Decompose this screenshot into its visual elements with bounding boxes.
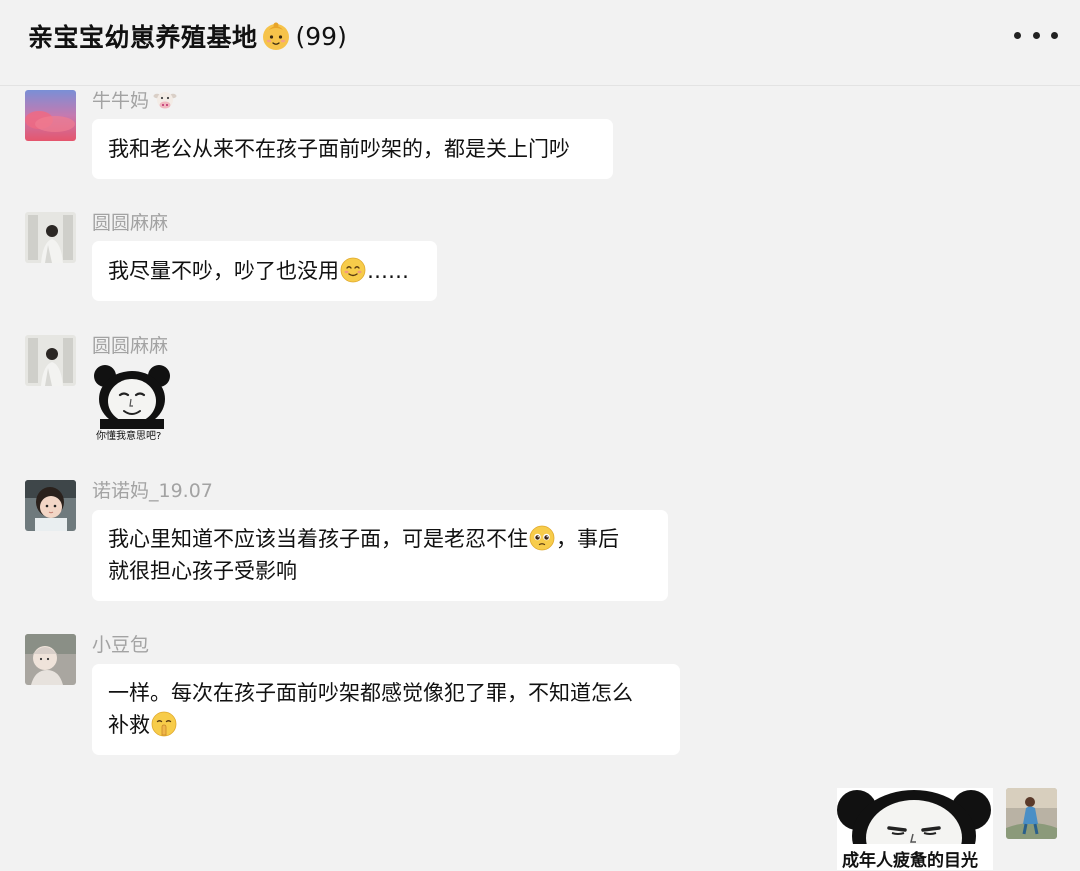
more-dot — [1032, 31, 1040, 39]
avatar[interactable] — [25, 90, 76, 141]
more-options-button[interactable] — [1014, 22, 1058, 48]
chat-header: 亲宝宝幼崽养殖基地 (99) — [0, 0, 1080, 86]
sender-name: 小豆包 — [92, 630, 149, 657]
sender-name: 诺诺妈_19.07 — [92, 476, 213, 503]
message-line: 补救 — [108, 709, 663, 741]
more-dot — [1051, 31, 1058, 39]
message-bubble[interactable]: 一样。每次在孩子面前吵架都感觉像犯了罪，不知道怎么 补救 — [92, 664, 680, 755]
cow-face-icon — [153, 91, 177, 108]
sticker-caption: 成年人疲惫的目光 — [842, 851, 978, 871]
group-title: 亲宝宝幼崽养殖基地 — [28, 23, 258, 52]
more-dot — [1014, 31, 1021, 39]
sender-name-text: 圆圆麻麻 — [92, 335, 169, 357]
sticker-caption: 你懂我意思吧? — [96, 431, 162, 442]
message-bubble[interactable]: 我和老公从来不在孩子面前吵架的，都是关上门吵 — [92, 119, 613, 179]
sender-name-text: 小豆包 — [92, 634, 150, 656]
sender-name: 圆圆麻麻 — [92, 331, 168, 358]
smiling-face-icon — [340, 257, 366, 283]
message-text: …… — [367, 259, 409, 283]
message-text: ，事后 — [556, 527, 619, 551]
sender-name-text: 圆圆麻麻 — [92, 212, 169, 234]
message-text: 补救 — [108, 713, 150, 737]
message-bubble[interactable]: 我尽量不吵，吵了也没用 …… — [92, 241, 437, 301]
sender-name-text: 牛牛妈 — [92, 90, 150, 112]
member-count: (99) — [295, 21, 347, 51]
avatar[interactable] — [25, 480, 76, 531]
message-text: 我心里知道不应该当着孩子面，可是老忍不住 — [108, 527, 528, 551]
sender-name-text: 诺诺妈_19.07 — [92, 480, 213, 502]
message-bubble[interactable]: 我心里知道不应该当着孩子面，可是老忍不住 ，事后 就很担心孩子受影响 — [92, 510, 668, 601]
message-line: 就很担心孩子受影响 — [108, 555, 651, 587]
pleading-face-icon — [529, 525, 555, 551]
message-text: 就很担心孩子受影响 — [108, 559, 297, 583]
shushing-face-icon — [151, 711, 177, 737]
message-text: 我和老公从来不在孩子面前吵架的，都是关上门吵 — [108, 137, 570, 161]
message-text: 我尽量不吵，吵了也没用 — [108, 259, 339, 283]
avatar[interactable] — [25, 634, 76, 685]
chat-title-wrap: 亲宝宝幼崽养殖基地 (99) — [28, 16, 347, 56]
avatar[interactable] — [25, 335, 76, 386]
message-text: 一样。每次在孩子面前吵架都感觉像犯了罪，不知道怎么 — [108, 681, 633, 705]
message-line: 一样。每次在孩子面前吵架都感觉像犯了罪，不知道怎么 — [108, 677, 663, 709]
baby-face-icon — [262, 22, 289, 50]
sender-name: 圆圆麻麻 — [92, 208, 168, 235]
sender-name: 牛牛妈 — [92, 86, 177, 113]
my-avatar[interactable] — [1006, 788, 1057, 839]
message-line: 我心里知道不应该当着孩子面，可是老忍不住 ，事后 — [108, 523, 651, 555]
avatar[interactable] — [25, 212, 76, 263]
